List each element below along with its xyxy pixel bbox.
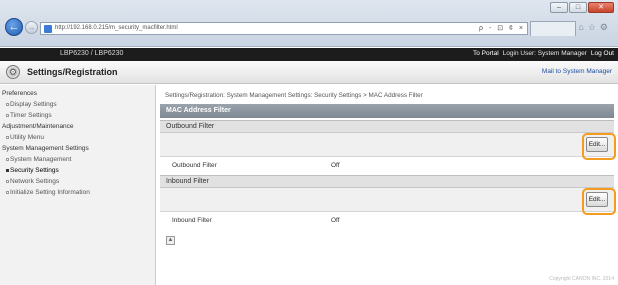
home-icon[interactable]: ⌂ [578,22,587,32]
main-content: Settings/Registration: System Management… [160,85,616,245]
browser-toolbar-icons: ⌂☆⚙ [578,22,612,33]
outbound-button-row: Edit... [160,133,616,160]
sidebar-item-label: Timer Settings [10,112,52,119]
sidebar-group-system-management[interactable]: System Management Settings [0,143,155,154]
outbound-filter-row: Outbound Filter Off [160,157,614,173]
bullet-icon [6,180,9,183]
sidebar-item-label: System Management [10,156,72,163]
bullet-icon [6,114,9,117]
device-model: LBP6230 / LBP6230 [60,50,124,57]
to-portal-link[interactable]: To Portal [473,50,499,57]
settings-header: ⚙ Settings/Registration Mail to System M… [0,61,618,84]
sidebar-item-utility-menu[interactable]: Utility Menu [0,132,155,143]
sidebar: Preferences Display Settings Timer Setti… [0,85,156,285]
page-title: MAC Address Filter [160,104,614,118]
gear-icon[interactable]: ⚙ [600,22,612,32]
address-bar[interactable]: http://192.168.0.215/m_security_macfilte… [40,22,528,35]
bullet-icon [6,136,9,139]
page-top-icon[interactable]: ▲ [166,236,175,245]
mail-to-system-manager-link[interactable]: Mail to System Manager [542,68,612,75]
bullet-icon [6,158,9,161]
outbound-edit-button[interactable]: Edit... [582,133,616,160]
inbound-filter-value: Off [331,217,340,224]
sidebar-item-timer-settings[interactable]: Timer Settings [0,110,155,121]
maximize-icon[interactable]: □ [569,2,587,13]
inbound-filter-row: Inbound Filter Off [160,212,614,228]
sidebar-item-system-management[interactable]: System Management [0,154,155,165]
device-header: LBP6230 / LBP6230 To Portal Login User: … [0,48,618,61]
settings-gear-icon: ⚙ [6,65,20,79]
browser-tab[interactable] [530,21,576,36]
sidebar-group-preferences[interactable]: Preferences [0,88,155,99]
minimize-icon[interactable]: – [550,2,568,13]
sidebar-item-label: Utility Menu [10,134,44,141]
sidebar-item-label: Security Settings [10,167,59,174]
login-user: Login User: System Manager [502,50,587,57]
back-button[interactable]: ← [5,18,23,36]
inbound-filter-label: Inbound Filter [172,217,212,224]
copyright: Copyright CANON INC. 2014 [549,276,614,282]
sidebar-item-security-settings[interactable]: Security Settings [0,165,155,176]
sidebar-item-label: Network Settings [10,178,60,185]
inbound-filter-heading: Inbound Filter [160,175,614,188]
bullet-icon [6,103,9,106]
outbound-filter-heading: Outbound Filter [160,120,614,133]
sidebar-item-label: Display Settings [10,101,57,108]
forward-button[interactable]: → [25,21,38,34]
page-section-title: Settings/Registration [27,67,118,77]
star-icon[interactable]: ☆ [588,22,600,32]
inbound-button-row: Edit... [160,188,616,215]
outbound-filter-label: Outbound Filter [172,162,217,169]
sidebar-item-label: Initialize Setting Information [10,189,90,196]
logout-link[interactable]: Log Out [591,50,614,57]
sidebar-item-network-settings[interactable]: Network Settings [0,176,155,187]
sidebar-item-initialize-setting-information[interactable]: Initialize Setting Information [0,187,155,198]
close-icon[interactable]: ✕ [588,2,614,13]
favicon-icon [44,25,52,33]
address-url: http://192.168.0.215/m_security_macfilte… [55,25,178,31]
sidebar-item-display-settings[interactable]: Display Settings [0,99,155,110]
sidebar-group-adjustment[interactable]: Adjustment/Maintenance [0,121,155,132]
inbound-edit-button[interactable]: Edit... [582,188,616,215]
breadcrumb: Settings/Registration: System Management… [165,92,423,99]
bullet-icon [6,191,9,194]
address-tools[interactable]: ρ - ⊡ ¢ × [479,23,525,34]
window-controls: – □ ✕ [550,2,614,13]
bullet-icon [6,169,9,172]
outbound-filter-value: Off [331,162,340,169]
browser-chrome: – □ ✕ ← → http://192.168.0.215/m_securit… [0,0,618,47]
